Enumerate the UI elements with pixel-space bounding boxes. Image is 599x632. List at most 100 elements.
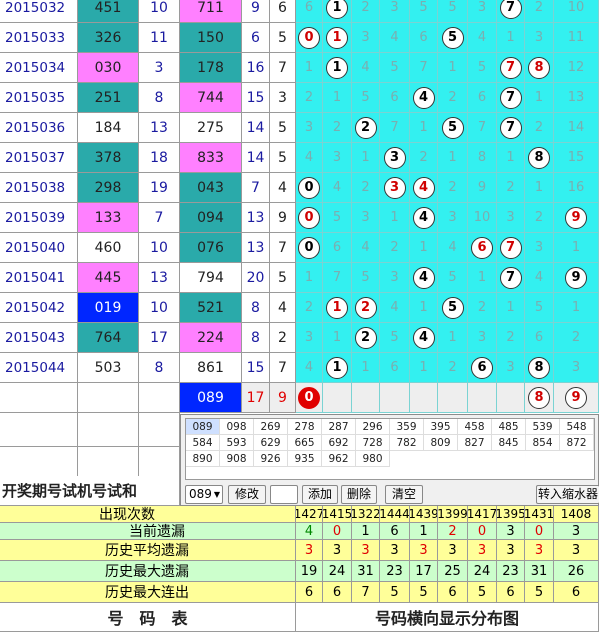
popup-number-item[interactable]: 854 bbox=[526, 435, 560, 451]
dist-cell: 5 bbox=[323, 203, 352, 233]
dist-cell: 2 bbox=[497, 323, 525, 353]
popup-number-item[interactable]: 629 bbox=[254, 435, 288, 451]
trial-number-cell: 378 bbox=[78, 143, 139, 173]
blank-cell bbox=[0, 413, 78, 447]
dist-cell: 1 bbox=[296, 263, 323, 293]
popup-number-item[interactable]: 485 bbox=[492, 419, 526, 435]
popup-number-item[interactable]: 548 bbox=[560, 419, 594, 435]
trial-number-cell: 030 bbox=[78, 53, 139, 83]
popup-number-item[interactable]: 872 bbox=[560, 435, 594, 451]
popup-number-list[interactable]: 089 098 269 278 287 296 359 395 458 485 539 548 584 5… bbox=[185, 418, 595, 480]
dist-cell-current: 0 bbox=[296, 383, 323, 413]
popup-number-item[interactable]: 098 bbox=[220, 419, 254, 435]
stat-value: 1395 bbox=[497, 506, 525, 523]
dist-cell: 6 bbox=[468, 83, 497, 113]
dist-ball: 3 bbox=[383, 146, 406, 169]
stat-value: 3 bbox=[554, 540, 599, 561]
dist-cell-current bbox=[380, 383, 410, 413]
popup-number-item[interactable]: 287 bbox=[322, 419, 356, 435]
popup-number-item[interactable]: 962 bbox=[322, 451, 356, 467]
popup-number-item[interactable]: 809 bbox=[424, 435, 458, 451]
trend-grid: 2015032 451 10 711 9 6 6 1 2 3 5 5 3 7 2 10 2015033 326 11… bbox=[0, 0, 599, 632]
dist-cell: 3 bbox=[323, 143, 352, 173]
dist-cell: 2 bbox=[352, 323, 380, 353]
popup-number-item[interactable]: 935 bbox=[288, 451, 322, 467]
stat-value: 3 bbox=[380, 540, 410, 561]
period-cell: 2015037 bbox=[0, 143, 78, 173]
delete-button[interactable]: 删除 bbox=[341, 485, 377, 504]
dist-cell: 1 bbox=[497, 293, 525, 323]
dist-ball: 3 bbox=[383, 176, 406, 199]
dist-cell: 4 bbox=[380, 23, 410, 53]
dist-cell: 2 bbox=[525, 203, 554, 233]
popup-number-item[interactable]: 593 bbox=[220, 435, 254, 451]
trial-sum-cell: 10 bbox=[139, 293, 180, 323]
select-dropdown[interactable]: 089 ▼ bbox=[185, 485, 223, 504]
popup-number-item[interactable]: 782 bbox=[390, 435, 424, 451]
shrink-button[interactable]: 转入缩水器 bbox=[536, 485, 599, 504]
dist-cell: 14 bbox=[554, 113, 599, 143]
trial-number-cell: 451 bbox=[78, 0, 139, 23]
popup-number-item[interactable]: 665 bbox=[288, 435, 322, 451]
winning-number-cell: 833 bbox=[180, 143, 242, 173]
stat-value: 4 bbox=[296, 523, 323, 540]
dist-cell: 5 bbox=[352, 83, 380, 113]
sum-tail-cell: 5 bbox=[270, 23, 296, 53]
trial-sum-cell: 10 bbox=[139, 0, 180, 23]
dist-ball: 1 bbox=[326, 356, 348, 379]
dist-cell: 4 bbox=[410, 203, 438, 233]
popup-number-item[interactable]: 584 bbox=[186, 435, 220, 451]
dist-cell: 1 bbox=[410, 353, 438, 383]
dist-cell: 1 bbox=[497, 143, 525, 173]
span-cell: 20 bbox=[242, 263, 270, 293]
span-cell: 16 bbox=[242, 53, 270, 83]
popup-number-item[interactable]: 692 bbox=[322, 435, 356, 451]
dist-ball: 7 bbox=[499, 236, 522, 259]
popup-number-item[interactable]: 359 bbox=[390, 419, 424, 435]
clear-button[interactable]: 清空 bbox=[385, 485, 423, 504]
input-field[interactable] bbox=[270, 485, 298, 504]
popup-number-item[interactable]: 980 bbox=[356, 451, 390, 467]
add-button[interactable]: 添加 bbox=[302, 485, 338, 504]
dist-cell: 10 bbox=[468, 203, 497, 233]
popup-number-item[interactable]: 539 bbox=[526, 419, 560, 435]
edit-button[interactable]: 修改 bbox=[228, 485, 266, 504]
dist-ball: 4 bbox=[412, 266, 435, 289]
stat-value: 5 bbox=[525, 582, 554, 603]
trial-sum-cell: 10 bbox=[139, 233, 180, 263]
trial-empty bbox=[78, 383, 139, 413]
stat-label: 历史最大遗漏 bbox=[0, 561, 296, 582]
dist-ball: 9 bbox=[565, 206, 587, 229]
popup-number-item[interactable]: 269 bbox=[254, 419, 288, 435]
popup-number-item[interactable]: 926 bbox=[254, 451, 288, 467]
popup-number-item[interactable]: 908 bbox=[220, 451, 254, 467]
stat-value: 0 bbox=[525, 523, 554, 540]
popup-number-item[interactable]: 845 bbox=[492, 435, 526, 451]
popup-number-item[interactable]: 296 bbox=[356, 419, 390, 435]
popup-number-item[interactable]: 728 bbox=[356, 435, 390, 451]
popup-number-item[interactable]: 827 bbox=[458, 435, 492, 451]
stat-value: 0 bbox=[323, 523, 352, 540]
dist-cell: 1 bbox=[323, 353, 352, 383]
winning-number-cell: 076 bbox=[180, 233, 242, 263]
dist-cell: 3 bbox=[380, 0, 410, 23]
popup-number-item[interactable]: 395 bbox=[424, 419, 458, 435]
popup-number-item[interactable]: 458 bbox=[458, 419, 492, 435]
dist-cell: 2 bbox=[296, 293, 323, 323]
popup-number-item[interactable]: 278 bbox=[288, 419, 322, 435]
winning-number-cell: 178 bbox=[180, 53, 242, 83]
dist-cell: 1 bbox=[296, 53, 323, 83]
dist-ball: 2 bbox=[354, 296, 377, 319]
dist-cell: 1 bbox=[410, 293, 438, 323]
header-label: 开奖期号试机号试和 bbox=[0, 476, 180, 506]
dist-cell: 0 bbox=[296, 233, 323, 263]
dist-cell: 4 bbox=[352, 233, 380, 263]
winning-number-cell: 275 bbox=[180, 113, 242, 143]
span-cell: 9 bbox=[242, 0, 270, 23]
dist-cell: 3 bbox=[525, 23, 554, 53]
dist-ball: 8 bbox=[528, 356, 550, 379]
stat-value: 3 bbox=[296, 540, 323, 561]
sum-tail-cell: 9 bbox=[270, 203, 296, 233]
popup-number-item[interactable]: 089 bbox=[186, 419, 220, 435]
popup-number-item[interactable]: 890 bbox=[186, 451, 220, 467]
